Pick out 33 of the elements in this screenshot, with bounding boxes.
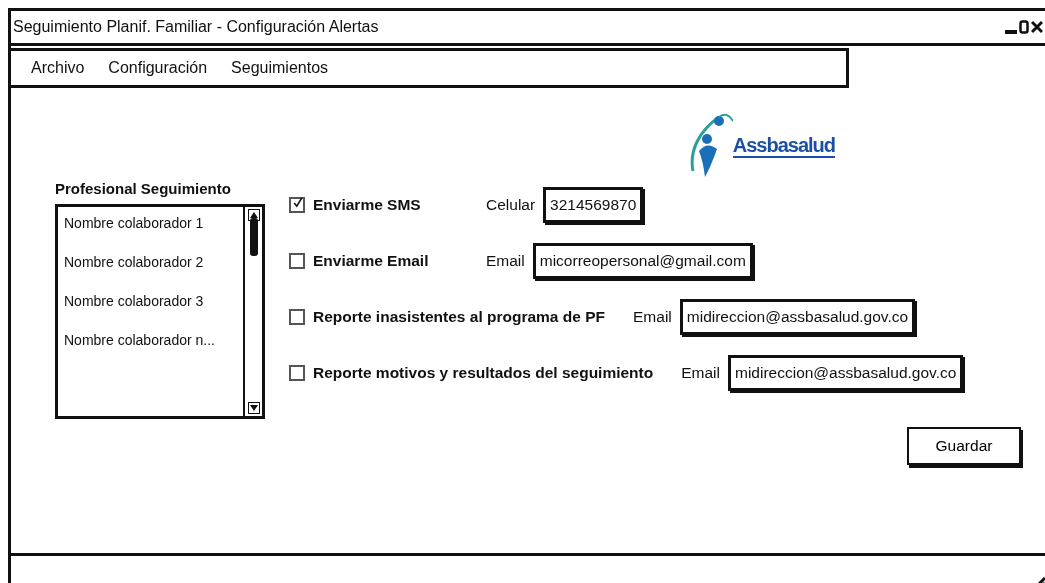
scrollbar[interactable] bbox=[243, 207, 262, 416]
list-item[interactable]: Nombre colaborador n... bbox=[64, 330, 243, 369]
field-label: Celular bbox=[486, 196, 536, 214]
checkbox[interactable] bbox=[289, 365, 305, 381]
checkbox[interactable] bbox=[289, 253, 305, 269]
menu-item[interactable]: Archivo bbox=[31, 59, 85, 77]
logo-text: Assbasalud bbox=[732, 134, 835, 158]
menu-item[interactable]: Configuración bbox=[108, 59, 208, 77]
field-label: Email bbox=[486, 252, 525, 270]
input-field[interactable]: micorreopersonal@gmail.com bbox=[532, 243, 753, 279]
checkbox-label[interactable]: Reporte inasistentes al programa de PF bbox=[313, 308, 605, 326]
checkbox-label[interactable]: Reporte motivos y resultados del seguimiento bbox=[313, 364, 654, 382]
maximize-icon[interactable] bbox=[1019, 20, 1029, 34]
menu-item[interactable]: Seguimientos bbox=[231, 59, 329, 77]
save-button[interactable]: Guardar bbox=[907, 427, 1021, 465]
field-label: Email bbox=[681, 364, 720, 382]
close-icon[interactable] bbox=[1031, 20, 1043, 34]
scroll-down-icon[interactable] bbox=[247, 402, 260, 414]
window-title: Seguimiento Planif. Familiar - Configuración Alertas bbox=[13, 18, 379, 36]
input-field[interactable]: midireccion@assbasalud.gov.co bbox=[679, 299, 916, 335]
field-label: Email bbox=[633, 308, 672, 326]
checkbox-label[interactable]: Enviarme SMS bbox=[313, 196, 458, 214]
checkbox[interactable] bbox=[289, 309, 305, 325]
checkbox[interactable] bbox=[289, 197, 305, 213]
listbox[interactable]: Nombre colaborador 1 Nombre colaborador 2 Nombre colaborador 3 Nombre colaborador n... bbox=[55, 204, 265, 419]
list-label: Profesional Seguimiento bbox=[55, 180, 232, 197]
list-item[interactable]: Nombre colaborador 1 bbox=[64, 213, 243, 252]
scroll-up-icon[interactable] bbox=[247, 209, 260, 221]
input-field[interactable]: midireccion@assbasalud.gov.co bbox=[728, 355, 964, 391]
input-field[interactable]: 3214569870 bbox=[543, 187, 644, 223]
list-item[interactable]: Nombre colaborador 2 bbox=[64, 252, 243, 291]
checkbox-label[interactable]: Enviarme Email bbox=[313, 252, 458, 270]
list-item[interactable]: Nombre colaborador 3 bbox=[64, 291, 243, 330]
